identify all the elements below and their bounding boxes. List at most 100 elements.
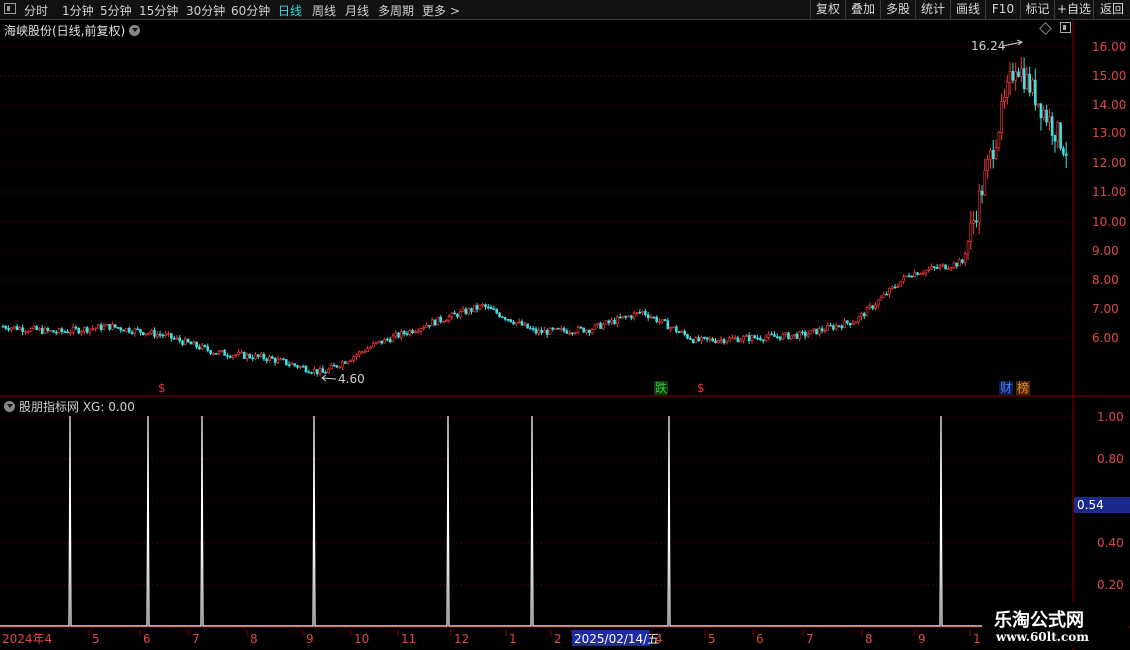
candle: [349, 359, 353, 362]
candle: [1064, 141, 1068, 169]
candle: [335, 365, 339, 369]
candle: [961, 258, 964, 265]
candle: [91, 325, 95, 331]
tab-multi-period[interactable]: 多周期: [378, 2, 414, 19]
candle: [705, 337, 709, 343]
candle: [489, 304, 493, 310]
candle: [130, 329, 134, 336]
candle: [285, 359, 288, 366]
candle: [691, 338, 695, 344]
x-axis-label: 6: [756, 632, 764, 646]
candle: [472, 305, 476, 313]
tab-intraday[interactable]: 分时: [24, 2, 48, 19]
candle: [517, 318, 521, 324]
candle: [181, 339, 184, 347]
price-chart: 16.00 15.00 14.00 13.00 12.00 10.00 11.0…: [0, 20, 1130, 650]
candle: [501, 316, 504, 319]
candle: [899, 281, 902, 287]
xg-tick: 0.80: [1097, 452, 1124, 466]
candle: [178, 334, 182, 344]
candle: [854, 321, 858, 324]
back-button[interactable]: 返回: [1093, 0, 1130, 19]
tab-daily[interactable]: 日线: [278, 2, 302, 19]
candle: [725, 340, 729, 345]
candle: [192, 340, 196, 345]
candle: [170, 333, 173, 342]
x-axis-label: 5: [708, 632, 716, 646]
candle: [989, 148, 992, 169]
mark-button[interactable]: 标记: [1020, 0, 1054, 19]
tab-5min[interactable]: 5分钟: [100, 2, 132, 19]
draw-line-button[interactable]: 画线: [950, 0, 985, 19]
rank-marker[interactable]: 榜: [1017, 380, 1029, 395]
candle: [554, 327, 557, 331]
tab-60min[interactable]: 60分钟: [231, 2, 270, 19]
candle: [240, 349, 243, 354]
candle: [882, 291, 886, 298]
candle: [475, 302, 479, 313]
indicator-title-text: 股朋指标网 XG: 0.00: [19, 400, 135, 414]
finance-marker[interactable]: 财: [1000, 381, 1012, 395]
candle: [826, 321, 830, 331]
candle: [907, 272, 911, 278]
panel-toggle-icon[interactable]: [4, 3, 16, 14]
candle: [293, 363, 297, 368]
candle: [113, 324, 117, 329]
drop-marker[interactable]: 跌: [655, 380, 667, 395]
candle: [97, 323, 100, 329]
candle: [18, 326, 22, 331]
candle: [593, 324, 597, 330]
candle: [1053, 134, 1057, 153]
tab-1min[interactable]: 1分钟: [62, 2, 94, 19]
dividend-marker[interactable]: $: [697, 381, 705, 395]
candle: [133, 327, 137, 337]
tab-30min[interactable]: 30分钟: [186, 2, 225, 19]
candle: [46, 326, 50, 334]
candle: [332, 362, 336, 367]
tab-monthly[interactable]: 月线: [345, 2, 369, 19]
candle: [991, 139, 995, 169]
candle: [714, 337, 717, 344]
x-axis: 2024年4 5 6 7 8 9 10 11 12 1 2 2025/02/14/五4 5 6 7 8 9 1: [2, 630, 981, 646]
restore-rights-button[interactable]: 复权: [810, 0, 845, 19]
candle: [818, 325, 821, 337]
candle: [1059, 122, 1062, 151]
candle: [209, 349, 212, 356]
candle: [282, 357, 285, 361]
tab-15min[interactable]: 15分钟: [139, 2, 178, 19]
price-tick: 8.00: [1092, 273, 1119, 287]
candle: [986, 154, 989, 179]
candle: [935, 264, 939, 270]
indicator-dropdown-icon[interactable]: [4, 401, 15, 412]
candle: [164, 330, 168, 338]
x-axis-label: 2024年4: [2, 632, 52, 646]
dividend-marker[interactable]: $: [158, 381, 166, 395]
tab-more[interactable]: 更多 >: [422, 2, 460, 19]
overlay-button[interactable]: 叠加: [845, 0, 880, 19]
multi-stock-button[interactable]: 多股: [880, 0, 915, 19]
candle: [1056, 120, 1060, 149]
candle: [674, 324, 678, 334]
candle: [21, 324, 24, 336]
x-axis-label: 10: [354, 632, 369, 646]
candle: [1036, 103, 1040, 108]
candle: [812, 328, 816, 333]
candle: [444, 319, 448, 323]
tab-weekly[interactable]: 周线: [312, 2, 336, 19]
candle: [366, 345, 369, 353]
f10-button[interactable]: F10: [985, 0, 1020, 19]
candle: [388, 336, 392, 344]
candle: [234, 353, 238, 358]
candle: [865, 305, 869, 317]
candle: [848, 322, 852, 328]
statistics-button[interactable]: 统计: [915, 0, 950, 19]
candle: [40, 325, 44, 335]
add-watchlist-button[interactable]: +自选: [1054, 0, 1093, 19]
candle: [534, 326, 538, 336]
candle: [273, 357, 277, 366]
candle: [638, 309, 642, 315]
candle: [467, 307, 470, 316]
candle: [571, 332, 574, 336]
candle: [265, 357, 268, 364]
candle: [616, 314, 619, 328]
